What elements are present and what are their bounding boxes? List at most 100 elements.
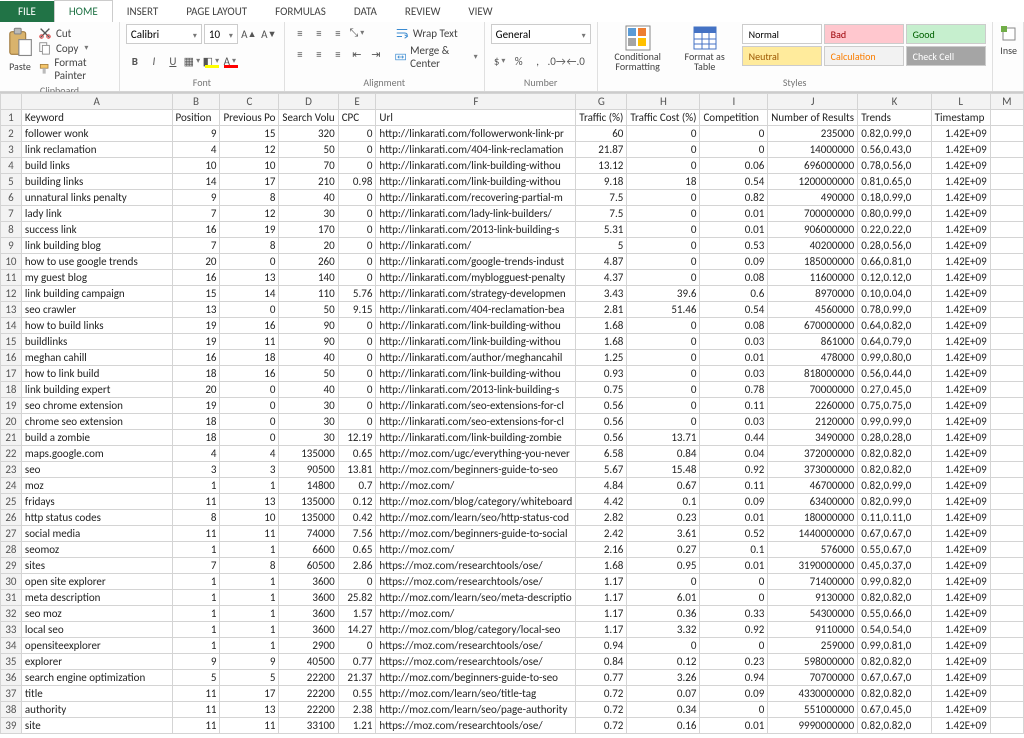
cell[interactable]: moz: [21, 478, 172, 494]
cell[interactable]: 0: [627, 238, 700, 254]
row-header[interactable]: 14: [1, 318, 22, 334]
cell[interactable]: 0.78,0.56,0: [858, 158, 931, 174]
cell[interactable]: 1: [220, 542, 279, 558]
cell[interactable]: 63400000: [768, 494, 858, 510]
cell[interactable]: 140: [279, 270, 338, 286]
cell[interactable]: 12: [220, 206, 279, 222]
tab-page-layout[interactable]: PAGE LAYOUT: [172, 1, 261, 22]
cell[interactable]: 0.84: [576, 654, 627, 670]
cell[interactable]: 0: [627, 398, 700, 414]
cell[interactable]: 16: [172, 350, 220, 366]
cell[interactable]: 0.80,0.99,0: [858, 206, 931, 222]
cell[interactable]: 478000: [768, 350, 858, 366]
cell[interactable]: 1.42E+09: [931, 462, 990, 478]
cell[interactable]: 0.28,0.56,0: [858, 238, 931, 254]
row-header[interactable]: 3: [1, 142, 22, 158]
cell[interactable]: http://moz.com/: [376, 478, 576, 494]
col-header[interactable]: B: [172, 94, 220, 110]
border-button[interactable]: ▦: [183, 52, 201, 70]
cell[interactable]: Trends: [858, 110, 931, 126]
cell[interactable]: 235000: [768, 126, 858, 142]
cell[interactable]: 0.12: [627, 654, 700, 670]
cell[interactable]: 74000: [279, 526, 338, 542]
cell[interactable]: 0.93: [576, 366, 627, 382]
cell[interactable]: 3600: [279, 574, 338, 590]
cell[interactable]: unnatural links penalty: [21, 190, 172, 206]
cell[interactable]: 12.19: [338, 430, 376, 446]
cell[interactable]: 20: [279, 238, 338, 254]
cell[interactable]: Competition: [700, 110, 768, 126]
row-header[interactable]: 32: [1, 606, 22, 622]
cell[interactable]: link building blog: [21, 238, 172, 254]
row-header[interactable]: 20: [1, 414, 22, 430]
cell[interactable]: 1.42E+09: [931, 254, 990, 270]
cell[interactable]: 0.42: [338, 510, 376, 526]
cell[interactable]: 11: [220, 334, 279, 350]
cell[interactable]: 0.95: [627, 558, 700, 574]
row-header[interactable]: 7: [1, 206, 22, 222]
cell[interactable]: 2.86: [338, 558, 376, 574]
cell[interactable]: [990, 670, 1023, 686]
cell[interactable]: 1.42E+09: [931, 366, 990, 382]
cell[interactable]: 50: [279, 366, 338, 382]
cell[interactable]: 1.42E+09: [931, 558, 990, 574]
cell[interactable]: 0.84: [627, 446, 700, 462]
font-size-select[interactable]: 10: [204, 24, 238, 44]
cell[interactable]: 1: [220, 574, 279, 590]
cell[interactable]: 818000000: [768, 366, 858, 382]
cell[interactable]: 0.33: [700, 606, 768, 622]
row-header[interactable]: 1: [1, 110, 22, 126]
cell[interactable]: http://linkarati.com/author/meghancahil: [376, 350, 576, 366]
cell[interactable]: 0: [338, 414, 376, 430]
cell[interactable]: [990, 526, 1023, 542]
cell[interactable]: 15: [220, 126, 279, 142]
cell[interactable]: 7.5: [576, 190, 627, 206]
cell[interactable]: 0.55,0.67,0: [858, 542, 931, 558]
cell[interactable]: 0: [338, 142, 376, 158]
cell[interactable]: 1.42E+09: [931, 542, 990, 558]
cell-styles-gallery[interactable]: Normal Bad Good Neutral Calculation Chec…: [742, 24, 986, 66]
cell[interactable]: 0: [627, 414, 700, 430]
decrease-indent-button[interactable]: ⇤: [348, 45, 366, 63]
cell[interactable]: [990, 622, 1023, 638]
cell[interactable]: http://moz.com/beginners-guide-to-seo: [376, 670, 576, 686]
cell[interactable]: 3.32: [627, 622, 700, 638]
cell[interactable]: 0: [338, 238, 376, 254]
cell[interactable]: 14: [220, 286, 279, 302]
cell[interactable]: 1.42E+09: [931, 382, 990, 398]
cell[interactable]: 0.09: [700, 494, 768, 510]
cell[interactable]: [990, 462, 1023, 478]
comma-format-button[interactable]: ,: [529, 52, 547, 70]
row-header[interactable]: 25: [1, 494, 22, 510]
cell[interactable]: [990, 702, 1023, 718]
cell[interactable]: 0: [338, 190, 376, 206]
cell[interactable]: 0: [627, 190, 700, 206]
row-header[interactable]: 4: [1, 158, 22, 174]
cell[interactable]: https://moz.com/researchtools/ose/: [376, 574, 576, 590]
cell[interactable]: 0: [627, 366, 700, 382]
cell[interactable]: 3490000: [768, 430, 858, 446]
cell[interactable]: http://moz.com/learn/seo/meta-descriptio: [376, 590, 576, 606]
cell[interactable]: 0: [700, 574, 768, 590]
copy-button[interactable]: Copy: [38, 41, 113, 55]
cell[interactable]: 0.77: [338, 654, 376, 670]
cell[interactable]: 19: [172, 318, 220, 334]
cell[interactable]: 1.42E+09: [931, 174, 990, 190]
cell[interactable]: 1200000000: [768, 174, 858, 190]
cell[interactable]: 700000000: [768, 206, 858, 222]
cell[interactable]: 1.42E+09: [931, 622, 990, 638]
cell[interactable]: [990, 558, 1023, 574]
cell[interactable]: 14000000: [768, 142, 858, 158]
cell[interactable]: [990, 494, 1023, 510]
cell[interactable]: 11: [172, 702, 220, 718]
row-header[interactable]: 33: [1, 622, 22, 638]
cell[interactable]: how to build links: [21, 318, 172, 334]
cell[interactable]: [990, 270, 1023, 286]
style-good[interactable]: Good: [906, 24, 986, 44]
cell[interactable]: 13: [220, 702, 279, 718]
tab-view[interactable]: VIEW: [454, 1, 506, 22]
cell[interactable]: 0: [338, 334, 376, 350]
cell[interactable]: 670000000: [768, 318, 858, 334]
cell[interactable]: 0.22,0.22,0: [858, 222, 931, 238]
cell[interactable]: 0: [627, 206, 700, 222]
